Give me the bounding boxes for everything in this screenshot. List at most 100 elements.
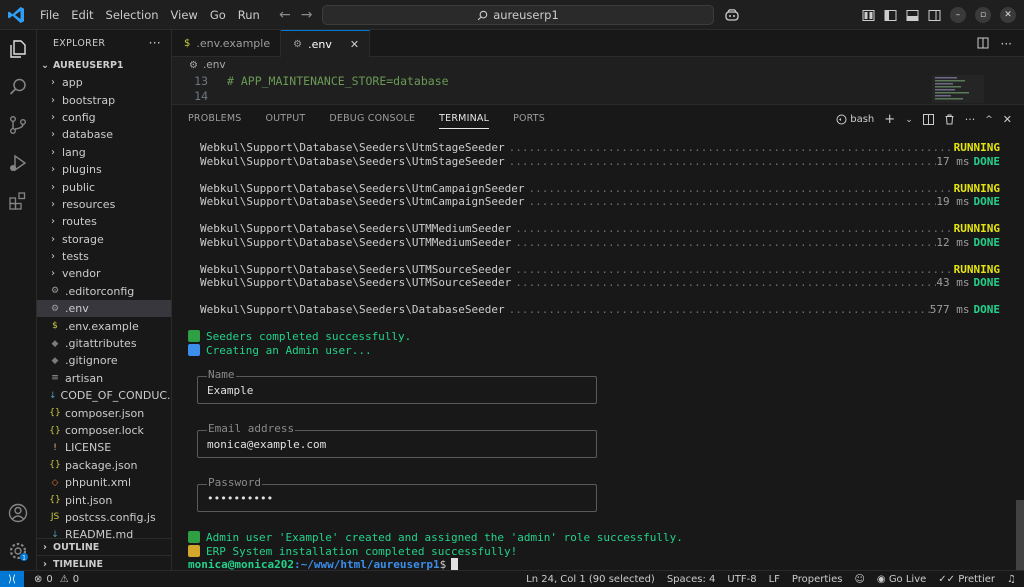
tree-file[interactable]: ⚙ .env [37, 300, 171, 318]
tree-folder[interactable]: › public [37, 178, 171, 195]
settings-gear-icon[interactable]: 1 [7, 540, 29, 562]
new-terminal-icon[interactable]: + [884, 112, 895, 127]
remote-indicator-icon[interactable]: ⟩⟨ [0, 570, 24, 587]
menu-run[interactable]: Run [232, 0, 266, 30]
problems-indicator[interactable]: ⊗ 0 ⚠ 0 [34, 574, 79, 585]
menu-view[interactable]: View [165, 0, 204, 30]
tree-folder[interactable]: › storage [37, 231, 171, 248]
tree-folder[interactable]: › lang [37, 144, 171, 161]
copilot-icon[interactable] [724, 7, 740, 23]
error-icon: ⊗ [34, 573, 43, 585]
copilot-status-icon[interactable]: ☺ [854, 574, 864, 585]
terminal-seeder-line: Webkul\Support\Database\Seeders\UTMSourc… [188, 276, 1000, 290]
code-editor[interactable]: 13 # APP_MAINTENANCE_STORE=database 14 [172, 73, 1024, 104]
extensions-icon[interactable] [7, 190, 29, 212]
menu-go[interactable]: Go [204, 0, 232, 30]
prettier-button[interactable]: ✓✓ Prettier [938, 574, 995, 585]
terminal-shell-selector[interactable]: bash [836, 114, 874, 125]
terminal-scrollbar[interactable] [1016, 500, 1024, 570]
dot-leader: ........................................… [528, 181, 954, 195]
menu-edit[interactable]: Edit [65, 0, 99, 30]
minimap[interactable] [932, 75, 984, 103]
maximize-icon[interactable]: ▫ [975, 7, 991, 23]
tree-file[interactable]: {} composer.json [37, 404, 171, 421]
tree-file[interactable]: ◇ phpunit.xml [37, 474, 171, 491]
more-actions-icon[interactable]: ··· [965, 113, 976, 126]
close-panel-icon[interactable]: ✕ [1003, 113, 1012, 126]
panel-tab-terminal[interactable]: TERMINAL [439, 109, 490, 129]
forward-arrow-icon[interactable]: → [301, 7, 313, 23]
more-actions-icon[interactable]: ··· [1001, 37, 1012, 51]
tab-env[interactable]: ⚙ .env ✕ [281, 30, 371, 57]
close-tab-icon[interactable]: ✕ [350, 38, 359, 51]
chevron-down-icon[interactable]: ⌄ [905, 115, 913, 125]
outline-section[interactable]: › OUTLINE [37, 538, 171, 555]
source-control-icon[interactable] [7, 114, 29, 136]
menu-file[interactable]: File [34, 0, 65, 30]
tree-folder[interactable]: › resources [37, 196, 171, 213]
search-icon[interactable] [7, 76, 29, 98]
email-field[interactable]: Email address monica@example.com [197, 422, 597, 458]
close-window-icon[interactable]: ✕ [1000, 7, 1016, 23]
tree-folder[interactable]: › database [37, 126, 171, 143]
toggle-sidebar-icon[interactable] [884, 9, 897, 22]
tree-folder[interactable]: › app [37, 74, 171, 91]
tree-file[interactable]: ≡ artisan [37, 370, 171, 387]
tab-env-example[interactable]: $ .env.example [172, 30, 282, 57]
seeder-name: Webkul\Support\Database\Seeders\UtmStage… [200, 141, 505, 154]
tree-file[interactable]: {} package.json [37, 457, 171, 474]
back-arrow-icon[interactable]: ← [279, 7, 291, 23]
split-terminal-icon[interactable] [922, 114, 934, 125]
tree-folder[interactable]: › vendor [37, 265, 171, 282]
panel-tab-debug-console[interactable]: DEBUG CONSOLE [329, 105, 415, 133]
chevron-right-icon: › [51, 251, 55, 263]
menu-selection[interactable]: Selection [100, 0, 165, 30]
explorer-more-icon[interactable]: ··· [149, 36, 161, 50]
tree-file[interactable]: $ .env.example [37, 317, 171, 334]
tree-file[interactable]: JS postcss.config.js [37, 509, 171, 526]
terminal-output-tail[interactable]: Admin user 'Example' created and assigne… [188, 531, 1008, 572]
go-live-button[interactable]: ◉ Go Live [877, 574, 926, 585]
tree-file[interactable]: ⚙ .editorconfig [37, 283, 171, 300]
account-icon[interactable] [7, 502, 29, 524]
toggle-panel-icon[interactable] [906, 9, 919, 22]
maximize-panel-icon[interactable]: ^ [985, 115, 993, 125]
timeline-section[interactable]: › TIMELINE [37, 555, 171, 570]
toggle-secondary-sidebar-icon[interactable] [928, 9, 941, 22]
seeder-name: Webkul\Support\Database\Seeders\UTMMediu… [200, 235, 512, 249]
tree-folder[interactable]: › routes [37, 213, 171, 230]
trash-icon[interactable] [944, 114, 955, 125]
explorer-icon[interactable] [7, 38, 29, 60]
panel-tab-output[interactable]: OUTPUT [265, 105, 305, 133]
notifications-bell-icon[interactable]: ♫ [1007, 574, 1016, 585]
tree-file[interactable]: ↓ CODE_OF_CONDUC... [37, 387, 171, 404]
cursor-position[interactable]: Ln 24, Col 1 (90 selected) [526, 574, 655, 585]
run-debug-icon[interactable] [7, 152, 29, 174]
explorer-root-folder[interactable]: ⌄ AUREUSERP1 [37, 56, 171, 74]
tree-file[interactable]: ◆ .gitattributes [37, 335, 171, 352]
name-field[interactable]: Name Example [197, 368, 597, 404]
password-field[interactable]: Password •••••••••• [197, 476, 597, 512]
menu-bar: File Edit Selection View Go Run [34, 0, 266, 30]
tree-folder[interactable]: › tests [37, 248, 171, 265]
terminal-line: Creating an Admin user... [188, 343, 1008, 358]
tree-folder[interactable]: › plugins [37, 161, 171, 178]
tree-folder[interactable]: › bootstrap [37, 91, 171, 108]
tree-file[interactable]: ! LICENSE [37, 439, 171, 456]
tree-file[interactable]: {} pint.json [37, 491, 171, 508]
layout-toggle-icon[interactable] [862, 9, 875, 22]
tree-file[interactable]: {} composer.lock [37, 422, 171, 439]
indentation[interactable]: Spaces: 4 [667, 574, 716, 585]
encoding[interactable]: UTF-8 [727, 574, 756, 585]
breadcrumb-file[interactable]: .env [203, 59, 226, 71]
language-mode[interactable]: Properties [792, 574, 843, 585]
panel-tab-ports[interactable]: PORTS [513, 105, 545, 133]
minimize-icon[interactable]: – [950, 7, 966, 23]
terminal-output[interactable]: Webkul\Support\Database\Seeders\UtmStage… [188, 141, 1008, 357]
end-of-line[interactable]: LF [769, 574, 780, 585]
tree-file[interactable]: ◆ .gitignore [37, 352, 171, 369]
panel-tab-problems[interactable]: PROBLEMS [188, 105, 241, 133]
split-editor-icon[interactable] [977, 37, 989, 49]
tree-folder[interactable]: › config [37, 109, 171, 126]
command-center-search[interactable]: aureuserp1 [322, 5, 714, 25]
